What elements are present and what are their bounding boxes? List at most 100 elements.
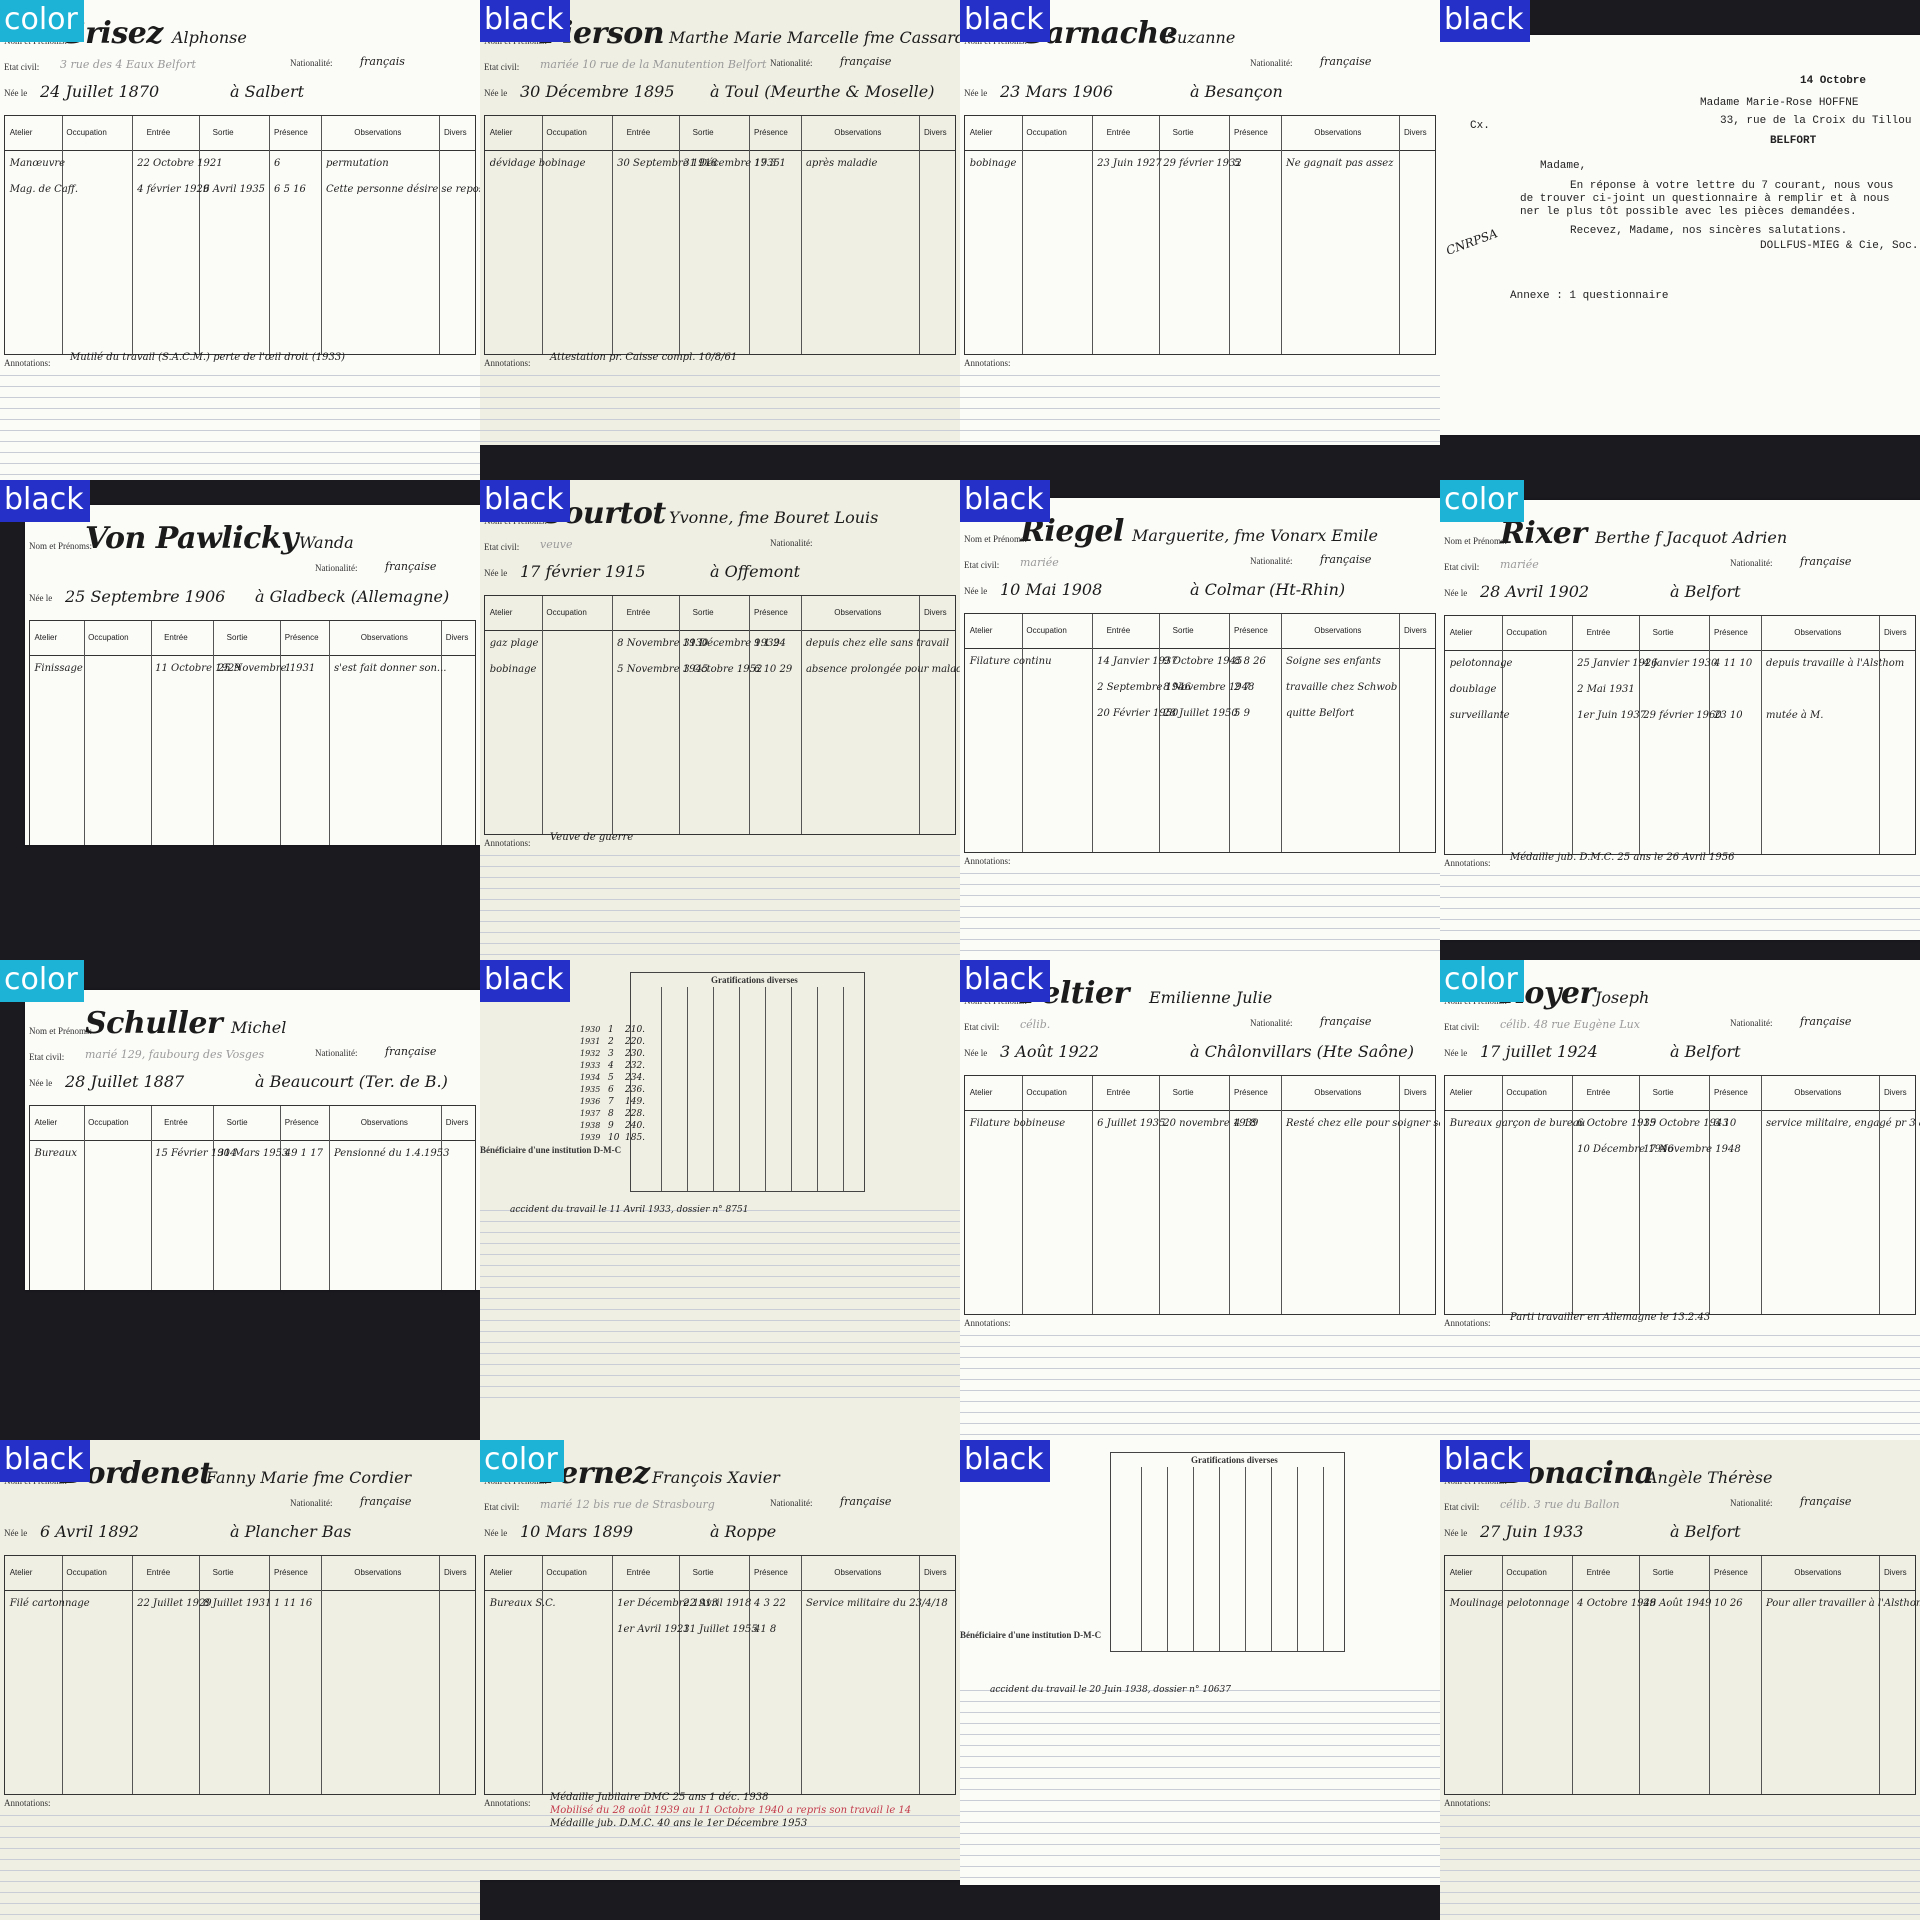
cell-entree: 4 février 1929: [137, 184, 210, 195]
birth-place: à Gladbeck (Allemagne): [255, 587, 450, 606]
annotations-label: Annotations:: [1444, 1798, 1491, 1808]
table-column: [678, 1556, 680, 1794]
mode-tag: black: [960, 960, 1050, 1002]
grat-num: 6: [608, 1085, 614, 1095]
card-cell: Nom et Prénoms:GrisezAlphonseEtat civil:…: [0, 0, 480, 480]
cell-obs: absence prolongée pour maladie: [805, 664, 960, 675]
table-column: [321, 1556, 323, 1794]
header-presence: Présence: [1234, 1088, 1268, 1097]
gratifications-title: Gratifications diverses: [1191, 1455, 1278, 1465]
birth-label: Née le: [484, 1528, 508, 1538]
table-column: [919, 596, 921, 834]
nationality-label: Nationalité:: [1250, 58, 1293, 68]
table-column: [1229, 116, 1231, 354]
table-column: [919, 1556, 921, 1794]
mode-tag: color: [0, 960, 84, 1002]
header-sortie: Sortie: [1652, 1568, 1674, 1577]
nationality-label: Nationalité:: [290, 58, 333, 68]
header-entree: Entrée: [626, 608, 651, 617]
grat-num: 1: [608, 1025, 614, 1035]
header-occupation: Occupation: [1026, 1088, 1067, 1097]
table-column: [1501, 1076, 1503, 1314]
nationality-label: Nationalité:: [1730, 1498, 1773, 1508]
header-divers: Divers: [1883, 628, 1907, 637]
header-atelier: Atelier: [969, 128, 993, 137]
birth-label: Née le: [4, 1528, 28, 1538]
birth-label: Née le: [29, 1078, 53, 1088]
mode-tag: black: [0, 1440, 90, 1482]
card-cell: 14 Octobre Madame Marie-Rose HOFFNE 33, ru…: [1440, 0, 1920, 480]
employment-table: Atelier Occupation Entrée Sortie Présence Obs…: [484, 595, 960, 835]
cell-obs: Soigne ses enfants: [1285, 656, 1381, 667]
cell-occ: gaz plage: [489, 638, 539, 649]
birth-place: à Belfort: [1670, 582, 1741, 601]
header-atelier: Atelier: [9, 128, 33, 137]
ruled-lines: [0, 1805, 480, 1920]
given-names: Suzanne: [1166, 28, 1236, 47]
grat-sum: 210.: [625, 1025, 646, 1035]
birth-place: à Colmar (Ht-Rhin): [1190, 580, 1346, 599]
nationality: française: [840, 1495, 892, 1508]
archive-card: Nom et Prénoms:CourtotYvonne, fme Bouret…: [480, 480, 960, 960]
table-column: [1879, 1556, 1881, 1794]
mode-tag: black: [960, 1440, 1050, 1482]
grat-sum: 185.: [625, 1133, 646, 1143]
cell-occ: Bureaux: [34, 1148, 77, 1159]
letter-p4: Recevez, Madame, nos sincères salutation…: [1570, 225, 1848, 237]
cell-obs: Cette personne désire se repos: [325, 184, 480, 195]
grat-num: 8: [608, 1109, 614, 1119]
header-observations: Observations: [1314, 128, 1362, 137]
card-cell: Gratifications diverses Bénéficiaire d'un…: [960, 1440, 1440, 1920]
table-column: [661, 987, 662, 1191]
cell-occ: Manœuvre: [9, 158, 66, 169]
header-observations: Observations: [360, 633, 408, 642]
cell-obs: Pensionné du 1.4.1953: [333, 1148, 450, 1159]
header-occupation: Occupation: [546, 128, 587, 137]
table-column: [1141, 1467, 1142, 1651]
cell-sortie: 31 Juillet 1955: [683, 1624, 758, 1635]
given-names: Alphonse: [172, 28, 247, 47]
table-column: [801, 596, 803, 834]
civil-status: mariée: [1020, 556, 1059, 569]
ruled-lines: [480, 1200, 960, 1400]
ruled-lines: [960, 863, 1440, 960]
table-column: [1399, 116, 1401, 354]
table-column: [83, 1106, 85, 1290]
cell-sortie: 17 Novembre 1948: [1643, 1144, 1741, 1155]
birth-label: Née le: [4, 88, 28, 98]
civil-label: Etat civil:: [484, 62, 520, 72]
table-column: [1399, 1076, 1401, 1314]
header-entree: Entrée: [1586, 628, 1611, 637]
birth-place: à Belfort: [1670, 1042, 1741, 1061]
card-cell: Nom et Prénoms: Von Pawlicky Wanda National…: [0, 480, 480, 960]
birth-label: Née le: [964, 1048, 988, 1058]
employment-table: Atelier Occupation Entrée Sortie Présence Obs…: [1444, 615, 1916, 855]
cell-occ: Bureaux S.C.: [489, 1598, 556, 1609]
birth-label: Née le: [1444, 1048, 1468, 1058]
header-observations: Observations: [1794, 1088, 1842, 1097]
header-observations: Observations: [1314, 626, 1362, 635]
annotation: Médaille jub. D.M.C. 40 ans le 1er Décem…: [550, 1818, 808, 1829]
institution-label: Bénéficiaire d'une institution D-M-C: [480, 1145, 622, 1155]
header-sortie: Sortie: [692, 608, 714, 617]
table-column: [791, 987, 792, 1191]
employment-table: Atelier Occupation Entrée Sortie Présence Obs…: [1444, 1555, 1920, 1795]
cell-occ: surveillante: [1449, 710, 1510, 721]
archive-card: Nom et Prénoms: Von Pawlicky Wanda National…: [25, 505, 480, 845]
table-column: [269, 116, 271, 354]
header-observations: Observations: [1794, 628, 1842, 637]
card-cell: Nom et Prénoms:DordenetFanny Marie fme C…: [0, 1440, 480, 1920]
archive-card: 14 Octobre Madame Marie-Rose HOFFNE 33, ru…: [1440, 35, 1920, 435]
cell-pres: 4 11 10: [1714, 658, 1753, 669]
header-observations: Observations: [834, 608, 882, 617]
birth-date: 30 Décembre 1895: [520, 82, 675, 101]
cell-sortie: 22 Avril 1918: [683, 1598, 752, 1609]
header-divers: Divers: [443, 128, 467, 137]
grat-year: 1938: [580, 1121, 601, 1130]
grat-sum: 232.: [625, 1061, 646, 1071]
cell-obs: Pour aller travailler à l'Alsthom: [1765, 1598, 1920, 1609]
header-divers: Divers: [1883, 1568, 1907, 1577]
surname: Schuller: [85, 1006, 223, 1041]
grat-year: 1937: [580, 1109, 601, 1118]
grat-num: 2: [608, 1037, 614, 1047]
